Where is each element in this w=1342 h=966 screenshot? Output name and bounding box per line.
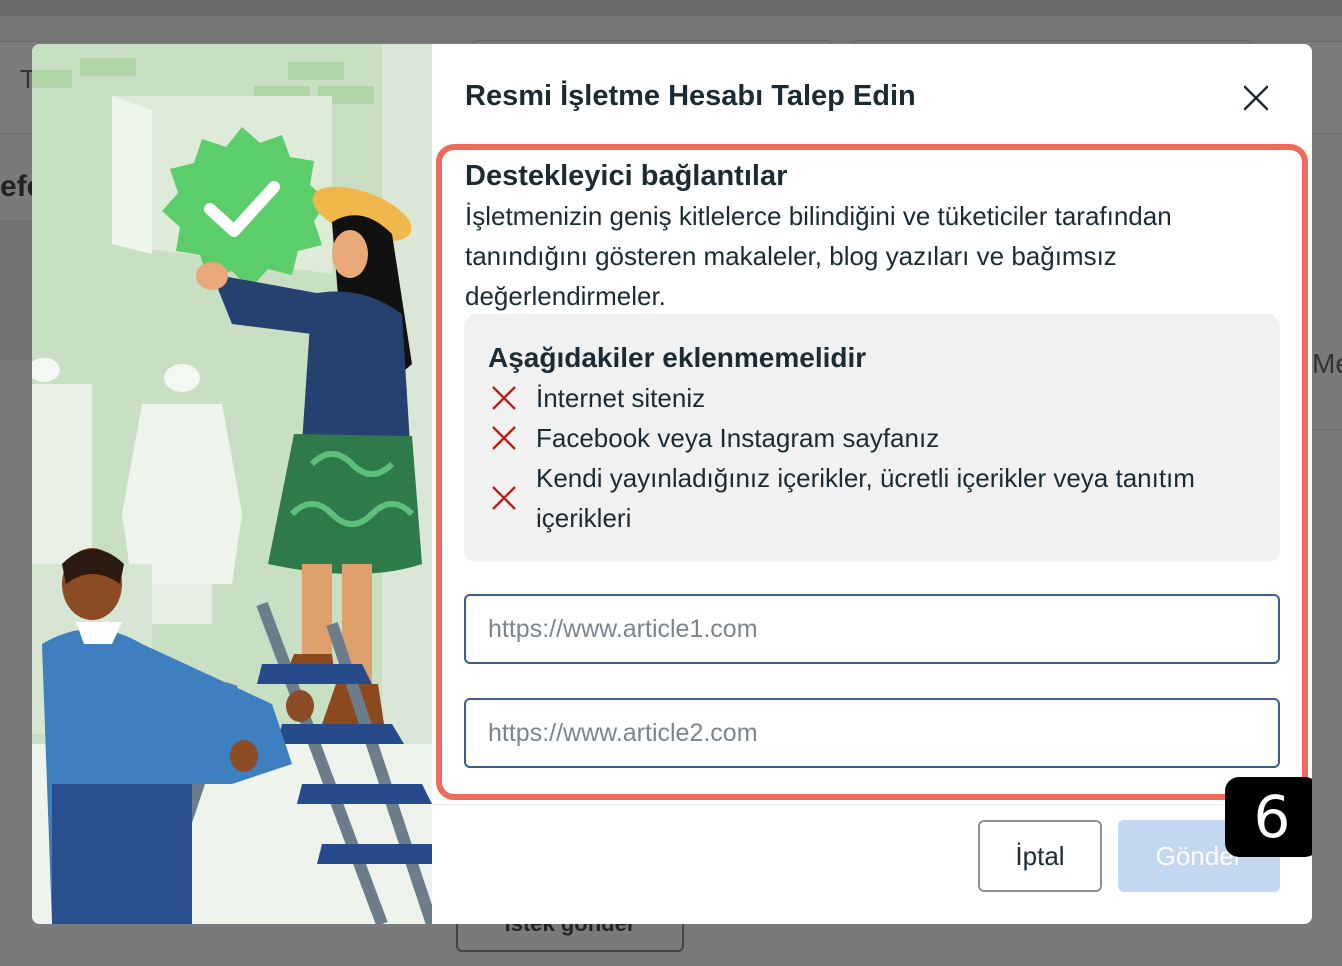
exclusion-item: İnternet siteniz	[488, 378, 705, 418]
section-description: İşletmenizin geniş kitlelerce bilindiğin…	[465, 201, 1172, 311]
supporting-link-input-2[interactable]	[464, 698, 1280, 768]
exclusion-item: Kendi yayınladığınız içerikler, ücretli …	[488, 458, 1216, 538]
dialog-title: Resmi İşletme Hesabı Talep Edin	[465, 80, 916, 112]
section-title: Destekleyici bağlantılar	[465, 160, 788, 192]
shop-illustration-icon	[32, 44, 432, 924]
x-mark-icon	[488, 482, 520, 514]
background-left-card	[0, 220, 32, 360]
x-mark-icon	[488, 422, 520, 454]
dialog-content: Resmi İşletme Hesabı Talep Edin Destekle…	[432, 44, 1312, 924]
exclusion-text: İnternet siteniz	[536, 383, 706, 413]
exclusions-title: Aşağıdakiler eklenmemelidir	[488, 342, 867, 373]
background-toolbar	[0, 16, 1342, 42]
exclusion-item: Facebook veya Instagram sayfanız	[488, 418, 939, 458]
supporting-link-input-1[interactable]	[464, 594, 1280, 664]
x-mark-icon	[488, 382, 520, 414]
exclusion-text: Facebook veya Instagram sayfanız	[536, 423, 940, 453]
close-button[interactable]	[1236, 78, 1276, 118]
step-number-badge: 6	[1225, 777, 1312, 857]
exclusions-box: Aşağıdakiler eklenmemelidir İnternet sit…	[464, 314, 1280, 562]
dialog-illustration	[32, 44, 432, 924]
background-top-bar	[0, 0, 1342, 16]
close-icon	[1243, 85, 1269, 111]
background-right-fragment: Mes	[1312, 348, 1342, 379]
claim-business-account-dialog: Resmi İşletme Hesabı Talep Edin Destekle…	[32, 44, 1312, 924]
cancel-button[interactable]: İptal	[978, 820, 1102, 892]
exclusion-text: Kendi yayınladığınız içerikler, ücretli …	[536, 463, 1195, 533]
footer-divider	[432, 804, 1312, 805]
